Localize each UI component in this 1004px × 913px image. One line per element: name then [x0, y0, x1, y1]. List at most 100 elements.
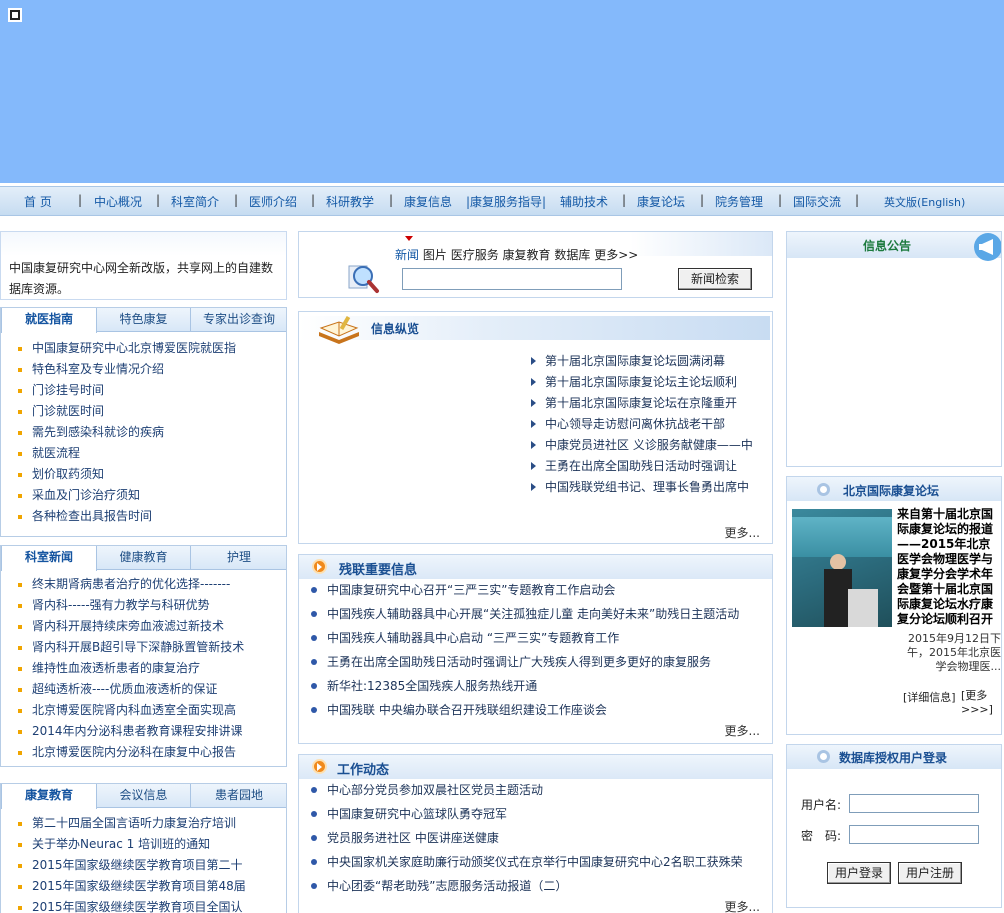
list-item[interactable]: 就医流程: [18, 443, 284, 464]
list-item[interactable]: 新华社:12385全国残疾人服务热线开通: [311, 674, 768, 698]
nav-rehab-info[interactable]: 康复信息: [404, 193, 452, 210]
list-item[interactable]: 中国残联党组书记、理事长鲁勇出席中: [529, 477, 769, 498]
list-item[interactable]: 中国残疾人辅助器具中心开展“关注孤独症儿童 走向美好未来”助残日主题活动: [311, 602, 768, 626]
list-item[interactable]: 采血及门诊治疗须知: [18, 485, 284, 506]
nav-forum[interactable]: 康复论坛: [637, 193, 685, 210]
tab-nursing[interactable]: 护理: [191, 546, 286, 570]
nav-english[interactable]: 英文版(English): [884, 194, 965, 210]
nav-admin[interactable]: 院务管理: [715, 193, 763, 210]
list-item[interactable]: 王勇在出席全国助残日活动时强调让广大残疾人得到更多更好的康复服务: [311, 650, 768, 674]
list-item[interactable]: 中央国家机关家庭助廉行动颁奖仪式在京举行中国康复研究中心2名职工获殊荣: [311, 850, 768, 874]
nav-departments[interactable]: 科室简介: [171, 193, 219, 210]
list-item[interactable]: 中国残疾人辅助器具中心启动 “三严三实”专题教育工作: [311, 626, 768, 650]
photo-person-head: [830, 554, 846, 570]
forum-photo[interactable]: [792, 509, 892, 627]
nav-rehab-service[interactable]: |康复服务指导|: [466, 193, 546, 210]
list-item[interactable]: 门诊就医时间: [18, 401, 284, 422]
tab-patients[interactable]: 患者园地: [191, 784, 286, 808]
list-item[interactable]: 肾内科-----强有力教学与科研优势: [18, 595, 284, 616]
list-item[interactable]: 终末期肾病患者治疗的优化选择-------: [18, 574, 284, 595]
list-item[interactable]: 中康党员进社区 义诊服务献健康——中: [529, 435, 769, 456]
forum-title: 北京国际康复论坛: [843, 484, 940, 498]
list-item[interactable]: 中国康复研究中心召开“三严三实”专题教育工作启动会: [311, 578, 768, 602]
search-tab-images[interactable]: 图片: [423, 248, 447, 262]
username-input[interactable]: [849, 794, 979, 813]
list-item[interactable]: 第十届北京国际康复论坛在京隆重开: [529, 393, 769, 414]
nav-separator: |: [778, 193, 783, 207]
list-item[interactable]: 王勇在出席全国助残日活动时强调让: [529, 456, 769, 477]
list-item[interactable]: 中国残联 中央编办联合召开残联组织建设工作座谈会: [311, 698, 768, 722]
list-item[interactable]: 中心领导走访慰问离休抗战老干部: [529, 414, 769, 435]
nav-assistive-tech[interactable]: 辅助技术: [560, 193, 608, 210]
list-item[interactable]: 中心部分党员参加双晨社区党员主题活动: [311, 778, 768, 802]
list-item[interactable]: 需先到感染科就诊的疾病: [18, 422, 284, 443]
list-item[interactable]: 2015年国家级继续医学教育项目第48届: [18, 876, 284, 897]
bullet-icon: [531, 483, 536, 491]
disability-news-panel: 残联重要信息 中国康复研究中心召开“三严三实”专题教育工作启动会 中国残疾人辅助…: [298, 554, 773, 744]
info-overview-list: 第十届北京国际康复论坛圆满闭幕 第十届北京国际康复论坛主论坛顺利 第十届北京国际…: [529, 351, 769, 498]
news-search-button[interactable]: 新闻检索: [678, 268, 752, 290]
list-item-label: 第十届北京国际康复论坛圆满闭幕: [545, 354, 726, 368]
nav-international[interactable]: 国际交流: [793, 193, 841, 210]
register-button[interactable]: 用户注册: [898, 862, 962, 884]
list-item[interactable]: 划价取药须知: [18, 464, 284, 485]
list-item[interactable]: 2014年内分泌科患者教育课程安排讲课: [18, 721, 284, 742]
work-news-more-link[interactable]: 更多...: [725, 898, 760, 913]
bullet-icon: [531, 441, 536, 449]
search-tab-more[interactable]: 更多>>: [594, 248, 638, 262]
intro-text: 中国康复研究中心网全新改版，共享网上的自建数据库资源。: [9, 261, 274, 296]
orange-arrow-icon: [312, 759, 327, 774]
list-item[interactable]: 2015年国家级继续医学教育项目第二十: [18, 855, 284, 876]
disability-news-more-link[interactable]: 更多...: [725, 722, 760, 739]
search-tab-database[interactable]: 数据库: [554, 248, 590, 262]
tab-expert[interactable]: 专家出诊查询: [191, 308, 286, 332]
list-item[interactable]: 维持性血液透析患者的康复治疗: [18, 658, 284, 679]
list-item[interactable]: 2015年国家级继续医学教育项目全国认: [18, 897, 284, 913]
info-overview-header: [299, 316, 770, 340]
list-item[interactable]: 超纯透析液----优质血液透析的保证: [18, 679, 284, 700]
list-item[interactable]: 第二十四届全国言语听力康复治疗培训: [18, 813, 284, 834]
intro-band: [1, 232, 286, 256]
list-item[interactable]: 中心团委“帮老助残”志愿服务活动报道（二）: [311, 874, 768, 898]
list-item[interactable]: 北京博爱医院肾内科血透室全面实现高: [18, 700, 284, 721]
search-input[interactable]: [402, 268, 622, 290]
nav-separator: |: [855, 193, 860, 207]
list-item-label: 中国残联党组书记、理事长鲁勇出席中: [545, 480, 750, 494]
search-tab-news[interactable]: 新闻: [395, 248, 419, 262]
list-item[interactable]: 关于举办Neurac 1 培训班的通知: [18, 834, 284, 855]
list-item[interactable]: 北京博爱医院内分泌科在康复中心报告: [18, 742, 284, 763]
login-button[interactable]: 用户登录: [827, 862, 891, 884]
forum-headline[interactable]: 来自第十届北京国际康复论坛的报道——2015年北京医学会物理医学与康复学分会学术…: [897, 507, 1001, 629]
list-item[interactable]: 党员服务进社区 中医讲座送健康: [311, 826, 768, 850]
list-item[interactable]: 肾内科开展B超引导下深静脉置管新技术: [18, 637, 284, 658]
nav-doctors[interactable]: 医师介绍: [249, 193, 297, 210]
tab-dept-news[interactable]: 科室新闻: [1, 546, 97, 571]
password-input[interactable]: [849, 825, 979, 844]
tab-health-edu[interactable]: 健康教育: [97, 546, 191, 570]
nav-home[interactable]: 首 页: [24, 193, 52, 210]
tab-meetings[interactable]: 会议信息: [97, 784, 191, 808]
search-tab-rehab-edu[interactable]: 康复教育: [503, 248, 551, 262]
list-item[interactable]: 第十届北京国际康复论坛主论坛顺利: [529, 372, 769, 393]
list-item[interactable]: 肾内科开展持续床旁血液滤过新技术: [18, 616, 284, 637]
nav-overview[interactable]: 中心概况: [94, 193, 142, 210]
info-overview-more-link[interactable]: 更多...: [725, 524, 760, 541]
search-tabs: 新闻 图片 医疗服务 康复教育 数据库 更多>>: [395, 246, 638, 263]
list-item[interactable]: 中国康复研究中心北京博爱医院就医指: [18, 338, 284, 359]
list-item[interactable]: 中国康复研究中心篮球队勇夺冠军: [311, 802, 768, 826]
nav-research[interactable]: 科研教学: [326, 193, 374, 210]
tab-featured[interactable]: 特色康复: [97, 308, 191, 332]
forum-detail-link[interactable]: [详细信息]: [903, 689, 956, 705]
list-item[interactable]: 各种检查出具报告时间: [18, 506, 284, 527]
tab-guide[interactable]: 就医指南: [1, 308, 97, 333]
forum-more-link[interactable]: [更多>>>]: [961, 689, 1001, 717]
search-panel: 新闻 图片 医疗服务 康复教育 数据库 更多>> 新闻检索: [298, 231, 773, 298]
search-tab-medical[interactable]: 医疗服务: [451, 248, 499, 262]
tab-rehab-edu[interactable]: 康复教育: [1, 784, 97, 809]
banner-flash-icon: [8, 8, 22, 22]
rehab-edu-panel: 康复教育 会议信息 患者园地 第二十四届全国言语听力康复治疗培训 关于举办Neu…: [0, 783, 287, 913]
list-item[interactable]: 第十届北京国际康复论坛圆满闭幕: [529, 351, 769, 372]
list-item[interactable]: 特色科室及专业情况介绍: [18, 359, 284, 380]
magnifier-icon: [348, 265, 379, 293]
list-item[interactable]: 门诊挂号时间: [18, 380, 284, 401]
